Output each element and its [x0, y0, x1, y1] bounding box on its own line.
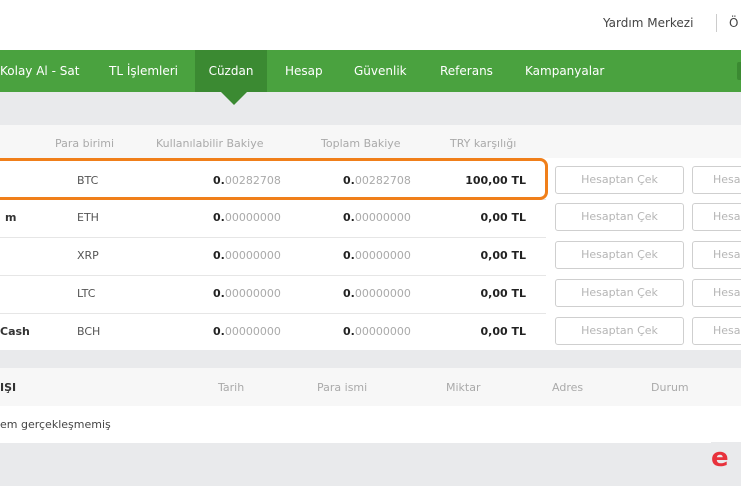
col-address: Adres — [552, 381, 584, 394]
col-status: Durum — [651, 381, 689, 394]
available-balance: 0.00000000 — [213, 287, 281, 300]
second-action-button[interactable]: Hesa — [692, 203, 741, 231]
help-center-link[interactable]: Yardım Merkezi — [603, 16, 693, 30]
col-available-balance: Kullanılabilir Bakiye — [156, 137, 264, 150]
history-title: IŞI — [0, 381, 17, 394]
available-balance: 0.00000000 — [213, 211, 281, 224]
withdraw-button[interactable]: Hesaptan Çek — [555, 203, 684, 231]
col-date: Tarih — [218, 381, 245, 394]
available-balance: 0.00000000 — [213, 249, 281, 262]
second-action-button[interactable]: Hesa — [692, 241, 741, 269]
try-value: 0,00 TL — [480, 211, 526, 224]
second-action-button[interactable]: Hesa — [692, 279, 741, 307]
col-currency-name: Para ismi — [317, 381, 368, 394]
history-empty-row: em gerçekleşmemiş — [0, 406, 741, 443]
try-value: 0,00 TL — [480, 287, 526, 300]
history-header-row: IŞI Tarih Para ismi Miktar Adres Durum — [0, 368, 741, 406]
row-divider — [0, 313, 546, 314]
history-empty-text: em gerçekleşmemiş — [0, 418, 111, 431]
nav-item-security[interactable]: Güvenlik — [354, 50, 407, 92]
nav-item-account[interactable]: Hesap — [285, 50, 323, 92]
nav-right-button[interactable] — [737, 62, 741, 80]
withdraw-button[interactable]: Hesaptan Çek — [555, 279, 684, 307]
withdraw-button[interactable]: Hesaptan Çek — [555, 241, 684, 269]
logo-letter: e — [711, 443, 729, 470]
currency-name: m — [5, 211, 17, 224]
wallet-header-row: Para birimi Kullanılabilir Bakiye Toplam… — [0, 125, 741, 158]
try-value: 0,00 TL — [480, 249, 526, 262]
total-balance: 0.00000000 — [343, 287, 411, 300]
nav-item-referral[interactable]: Referans — [440, 50, 493, 92]
btc-row-highlight — [0, 158, 548, 200]
withdraw-button[interactable]: Hesaptan Çek — [555, 317, 684, 345]
total-balance: 0.00000000 — [343, 211, 411, 224]
brand-logo: e — [711, 442, 741, 473]
second-action-button[interactable]: Hesa — [692, 317, 741, 345]
col-try-equivalent: TRY karşılığı — [450, 137, 517, 150]
total-balance: 0.00000000 — [343, 325, 411, 338]
nav-item-campaigns[interactable]: Kampanyalar — [525, 50, 604, 92]
top-link-cut[interactable]: Ö — [729, 16, 738, 30]
col-total-balance: Toplam Bakiye — [321, 137, 401, 150]
currency-code: XRP — [77, 249, 99, 262]
nav-item-wallet[interactable]: Cüzdan — [195, 50, 267, 92]
currency-code: LTC — [77, 287, 96, 300]
currency-code: BCH — [77, 325, 101, 338]
nav-item-tl-transactions[interactable]: TL İşlemleri — [109, 50, 178, 92]
try-value: 0,00 TL — [480, 325, 526, 338]
row-divider — [0, 237, 546, 238]
nav-item-easy-buy-sell[interactable]: Kolay Al - Sat — [0, 50, 79, 92]
col-amount: Miktar — [446, 381, 481, 394]
col-currency: Para birimi — [55, 137, 115, 150]
total-balance: 0.00000000 — [343, 249, 411, 262]
currency-code: ETH — [77, 211, 99, 224]
currency-name: Cash — [0, 325, 30, 338]
top-bar: Yardım Merkezi Ö — [0, 0, 741, 50]
main-nav: Kolay Al - Sat TL İşlemleri Cüzdan Hesap… — [0, 50, 741, 92]
row-divider — [0, 275, 546, 276]
available-balance: 0.00000000 — [213, 325, 281, 338]
second-action-button[interactable]: Hesa — [692, 166, 741, 194]
withdraw-button[interactable]: Hesaptan Çek — [555, 166, 684, 194]
active-tab-indicator — [221, 92, 247, 105]
top-divider — [716, 14, 717, 32]
